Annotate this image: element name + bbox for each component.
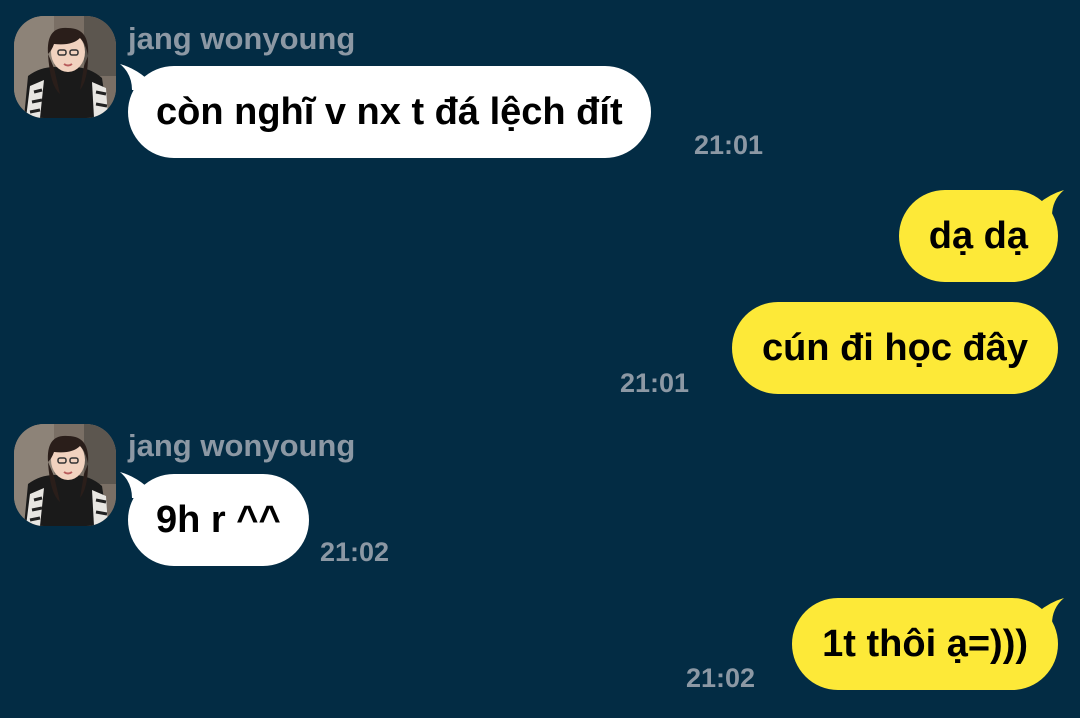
profile-photo-icon xyxy=(14,16,116,118)
message-timestamp: 21:01 xyxy=(694,130,764,160)
chat-message-list[interactable]: jang wonyoung còn nghĩ v nx t đá lệch đí… xyxy=(0,0,1080,718)
sender-avatar[interactable] xyxy=(14,424,116,526)
message-timestamp: 21:01 xyxy=(620,368,690,398)
message-bubble-outgoing[interactable]: dạ dạ xyxy=(898,190,1058,282)
message-timestamp: 21:02 xyxy=(686,663,756,693)
sender-name: jang wonyoung xyxy=(128,21,356,56)
message-bubble-incoming[interactable]: còn nghĩ v nx t đá lệch đít xyxy=(128,66,651,158)
message-timestamp: 21:02 xyxy=(320,537,390,567)
sender-avatar[interactable] xyxy=(14,16,116,118)
message-bubble-outgoing[interactable]: 1t thôi ạ=))) xyxy=(792,598,1058,690)
sender-name: jang wonyoung xyxy=(128,428,356,463)
message-bubble-incoming[interactable]: 9h r ^^ xyxy=(128,474,309,566)
profile-photo-icon xyxy=(14,424,116,526)
message-bubble-outgoing[interactable]: cún đi học đây xyxy=(731,302,1058,394)
